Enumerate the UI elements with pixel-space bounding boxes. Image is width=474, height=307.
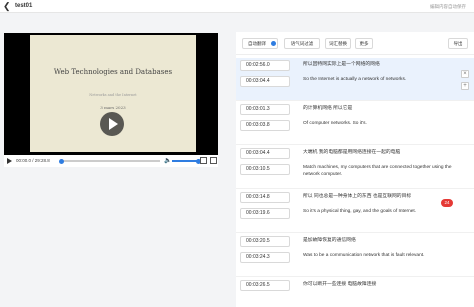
top-bar: ❮ test01 编辑内容自动保存 — [0, 0, 474, 13]
volume-slider[interactable] — [172, 158, 201, 164]
auto-translate-label: 自动翻译 — [248, 41, 266, 46]
play-icon — [109, 118, 118, 130]
video-player[interactable]: Web Technologies and Databases Networks … — [4, 33, 218, 155]
subtitle-editor-panel: 自动翻译 语气词过滤 词汇替换 更多 导出 00:02:56.0 00:03:0… — [236, 32, 474, 307]
english-subtitle[interactable]: So the Internet is actually a network of… — [303, 76, 463, 83]
progress-handle[interactable] — [59, 158, 64, 164]
autosave-status: 编辑内容自动保存 — [430, 4, 466, 9]
chinese-subtitle[interactable]: 你可以断开一些连接 电脑故障连接 — [303, 281, 376, 289]
video-controls: 00:00.0 / 29:28.8 🔈 — [4, 155, 218, 167]
play-icon[interactable] — [7, 158, 12, 164]
slide-title: Web Technologies and Databases — [53, 68, 173, 76]
segment-row[interactable]: 00:03:01.3 00:03:03.8 的计算机网络 所以它是 Of com… — [236, 102, 474, 145]
segment-row[interactable]: 00:03:20.5 00:03:24.3 是加故障恢复的通信网络 Was to… — [236, 234, 474, 277]
notification-badge: 24 — [441, 199, 453, 207]
filler-filter-button[interactable]: 语气词过滤 — [284, 38, 320, 49]
time-display: 00:00.0 / 29:28.8 — [16, 158, 50, 163]
slide-subtitle: Networks and the Internet — [89, 93, 137, 97]
start-time-field[interactable]: 00:02:56.0 — [240, 60, 290, 71]
end-time-field[interactable]: 00:03:03.8 — [240, 120, 290, 131]
end-time-field[interactable]: 00:03:24.3 — [240, 252, 290, 263]
start-time-field[interactable]: 00:03:20.5 — [240, 236, 290, 247]
auto-translate-toggle[interactable]: 自动翻译 — [242, 38, 278, 49]
end-time-field[interactable]: 00:03:10.5 — [240, 164, 290, 175]
more-button[interactable]: 更多 — [355, 38, 373, 49]
segment-row[interactable]: 00:03:14.8 00:03:19.6 所以 同也总是一种身体上的东西 也是… — [236, 190, 474, 233]
chinese-subtitle[interactable]: 所以因特网实际上是一个网络的网络 — [303, 61, 380, 69]
segment-row[interactable]: 00:03:26.5 你可以断开一些连接 电脑故障连接 — [236, 278, 474, 307]
chinese-subtitle[interactable]: 的计算机网络 所以它是 — [303, 105, 352, 113]
replace-words-button[interactable]: 词汇替换 — [325, 38, 351, 49]
toggle-indicator-icon — [271, 41, 276, 46]
start-time-field[interactable]: 00:03:01.3 — [240, 104, 290, 115]
start-time-field[interactable]: 00:03:04.4 — [240, 148, 290, 159]
chinese-subtitle[interactable]: 大端机 我的电脑都是用网络连接在一起的电脑 — [303, 149, 400, 157]
add-segment-icon[interactable]: + — [461, 82, 469, 90]
volume-icon[interactable]: 🔈 — [164, 157, 171, 165]
end-time-field[interactable]: 00:03:19.6 — [240, 208, 290, 219]
end-time-field[interactable]: 00:03:04.4 — [240, 76, 290, 87]
english-subtitle[interactable]: Was to be a communication network that i… — [303, 252, 463, 259]
start-time-field[interactable]: 00:03:26.5 — [240, 280, 290, 291]
english-subtitle[interactable]: Match machines, my computers that are co… — [303, 164, 463, 178]
slide-date: 3 mars 2023 — [100, 105, 126, 110]
segment-row[interactable]: 00:02:56.0 00:03:04.4 所以因特网实际上是一个网络的网络 S… — [236, 58, 474, 101]
progress-bar[interactable] — [59, 158, 160, 164]
start-time-field[interactable]: 00:03:14.8 — [240, 192, 290, 203]
document-title: test01 — [15, 3, 33, 9]
divider — [236, 54, 474, 55]
fullscreen-icon[interactable] — [210, 157, 217, 164]
chinese-subtitle[interactable]: 所以 同也总是一种身体上的东西 也是互联网的目标 — [303, 193, 411, 201]
play-overlay-button[interactable] — [100, 112, 124, 136]
subtitle-icon[interactable] — [200, 157, 207, 164]
export-button[interactable]: 导出 — [448, 38, 468, 49]
english-subtitle[interactable]: So it's a physical thing, gay, and the g… — [303, 208, 463, 215]
delete-segment-icon[interactable]: × — [461, 70, 469, 78]
english-subtitle[interactable]: Of computer networks. So it's. — [303, 120, 463, 127]
chinese-subtitle[interactable]: 是加故障恢复的通信网络 — [303, 237, 356, 245]
back-arrow-icon[interactable]: ❮ — [3, 0, 12, 12]
segment-row[interactable]: 00:03:04.4 00:03:10.5 大端机 我的电脑都是用网络连接在一起… — [236, 146, 474, 189]
